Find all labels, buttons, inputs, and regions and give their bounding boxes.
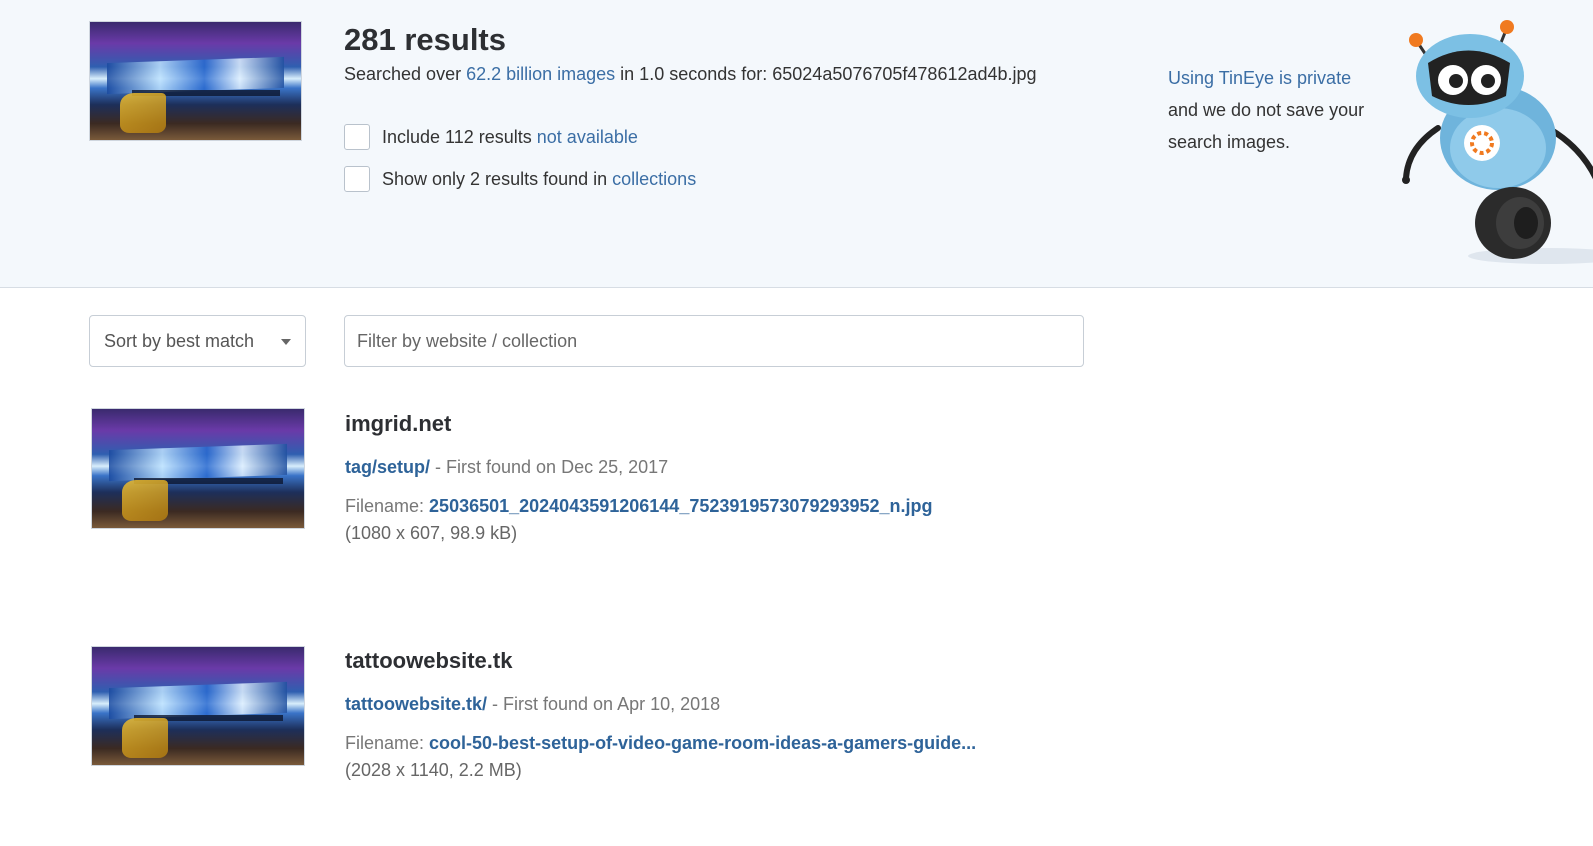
collections-only-option[interactable]: Show only 2 results found in collections — [344, 166, 696, 192]
result-path-link[interactable]: tattoowebsite.tk/ — [345, 694, 487, 714]
result-filename-link[interactable]: cool-50-best-setup-of-video-game-room-id… — [429, 733, 976, 753]
search-summary-panel: 281 results Searched over 62.2 billion i… — [0, 0, 1593, 288]
result-domain[interactable]: imgrid.net — [345, 411, 451, 437]
filename-label: Filename: — [345, 733, 430, 753]
privacy-link[interactable]: Using TinEye is private — [1168, 68, 1351, 88]
filter-input[interactable] — [344, 315, 1084, 367]
searched-prefix: Searched over — [344, 64, 467, 84]
result-thumbnail[interactable] — [91, 408, 305, 529]
collections-link[interactable]: collections — [612, 169, 696, 190]
include-unavailable-checkbox[interactable] — [344, 124, 370, 150]
chevron-down-icon — [281, 339, 291, 345]
searched-middle: in 1.0 seconds for: — [615, 64, 773, 84]
sort-dropdown[interactable]: Sort by best match — [89, 315, 306, 367]
filename-label: Filename: — [345, 496, 430, 516]
result-thumbnail[interactable] — [91, 646, 305, 766]
result-first-found: - First found on Apr 10, 2018 — [487, 694, 721, 714]
result-path-line: tag/setup/ - First found on Dec 25, 2017 — [345, 457, 668, 478]
results-count: 281 results — [344, 22, 506, 57]
include-unavailable-label: Include 112 results — [382, 126, 532, 147]
sort-dropdown-label: Sort by best match — [104, 330, 255, 351]
indexed-images-link[interactable]: 62.2 billion images — [466, 64, 615, 84]
collections-only-label: Show only 2 results found in — [382, 168, 608, 189]
not-available-link[interactable]: not available — [537, 127, 638, 148]
privacy-text: and we do not save your search images. — [1168, 100, 1365, 152]
result-filename-line: Filename: cool-50-best-setup-of-video-ga… — [345, 733, 976, 754]
result-dimensions: (2028 x 1140, 2.2 MB) — [345, 760, 522, 780]
result-dimensions: (1080 x 607, 98.9 kB) — [345, 523, 518, 543]
tineye-robot-mascot-icon — [1402, 20, 1593, 264]
result-path-line: tattoowebsite.tk/ - First found on Apr 1… — [345, 694, 720, 715]
result-filename-line: Filename: 25036501_2024043591206144_7523… — [345, 496, 933, 517]
result-first-found: - First found on Dec 25, 2017 — [430, 457, 669, 477]
query-image-thumbnail[interactable] — [89, 21, 302, 141]
query-filename: 65024a5076705f478612ad4b.jpg — [772, 64, 1037, 84]
privacy-note: Using TinEye is private and we do not sa… — [1168, 62, 1398, 158]
result-domain[interactable]: tattoowebsite.tk — [345, 648, 512, 674]
include-unavailable-option[interactable]: Include 112 results not available — [344, 124, 638, 150]
collections-only-checkbox[interactable] — [344, 166, 370, 192]
result-path-link[interactable]: tag/setup/ — [345, 457, 430, 477]
search-info: Searched over 62.2 billion images in 1.0… — [344, 64, 1037, 85]
result-filename-link[interactable]: 25036501_2024043591206144_75239195730792… — [429, 496, 932, 516]
